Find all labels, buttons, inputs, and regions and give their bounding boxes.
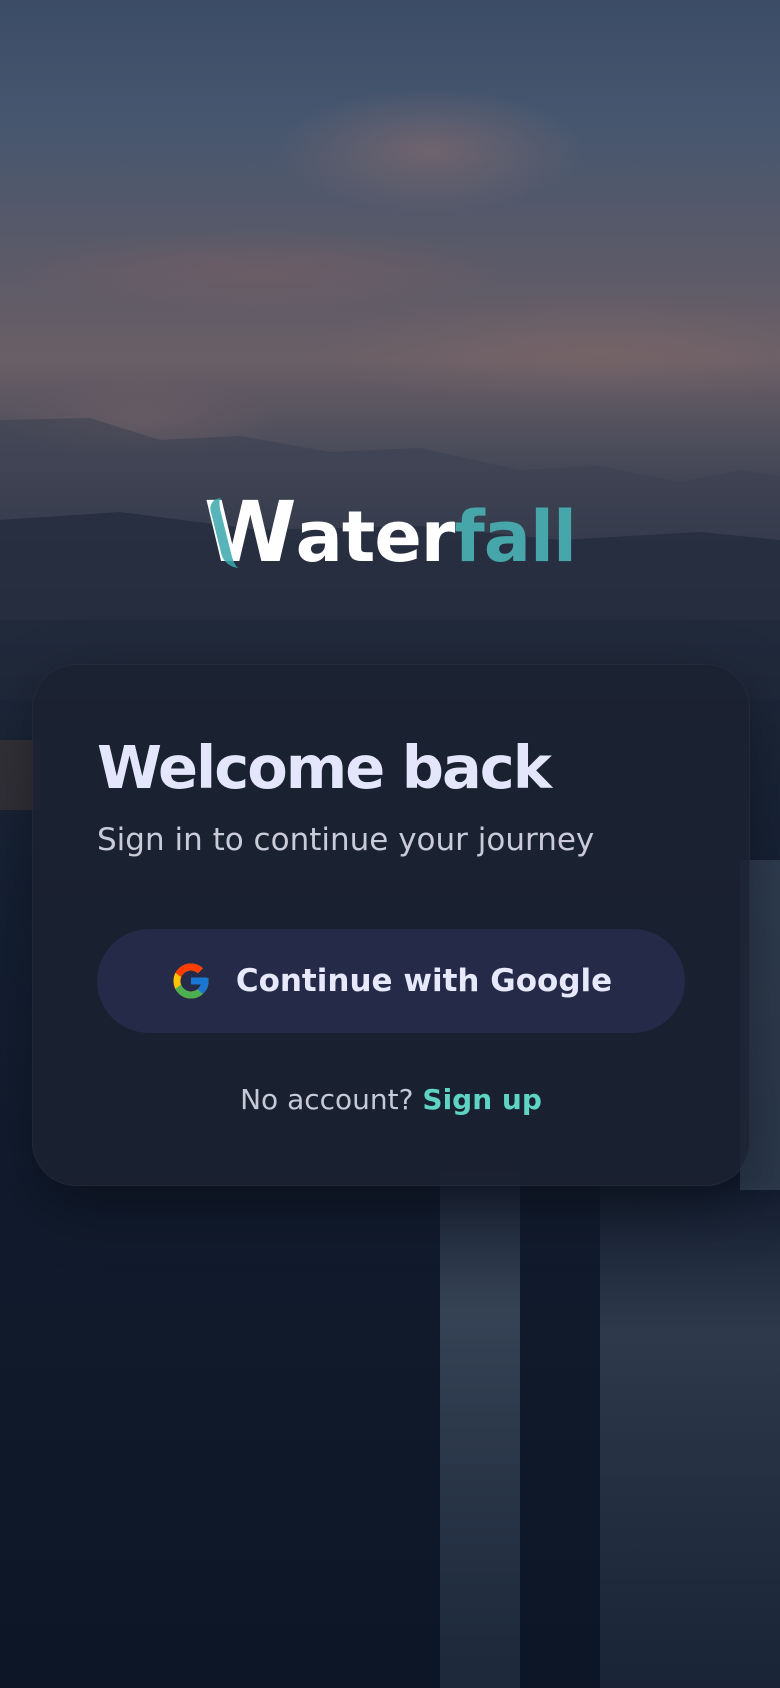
sign-up-link[interactable]: Sign up xyxy=(422,1083,541,1116)
no-account-text: No account? xyxy=(240,1083,414,1116)
sign-in-card: Welcome back Sign in to continue your jo… xyxy=(32,664,750,1186)
welcome-subtitle: Sign in to continue your journey xyxy=(97,822,595,858)
logo-w-mark: W xyxy=(203,483,297,581)
google-g-icon xyxy=(173,963,209,999)
continue-with-google-button[interactable]: Continue with Google xyxy=(97,929,685,1033)
logo-text-ater: ater xyxy=(295,496,456,578)
waterfall-logo: Waterfall xyxy=(0,490,780,574)
welcome-title: Welcome back xyxy=(97,733,552,802)
continue-with-google-label: Continue with Google xyxy=(235,963,613,999)
logo-text-fall: fall xyxy=(454,496,577,578)
signup-prompt: No account? Sign up xyxy=(33,1083,749,1116)
